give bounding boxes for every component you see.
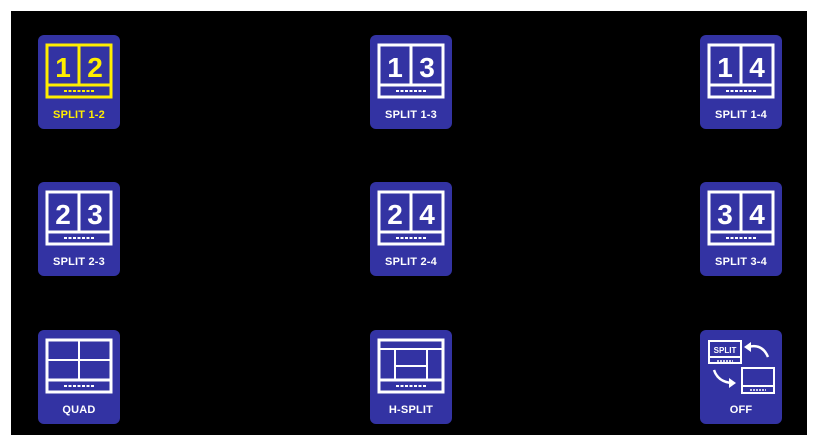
split-left-number: 1 <box>717 52 733 83</box>
mode-split-1-4-button[interactable]: 1 4 SPLIT 1-4 <box>700 35 782 129</box>
split-left-number: 1 <box>55 52 71 83</box>
mode-label: QUAD <box>62 404 96 416</box>
split-left-number: 1 <box>387 52 403 83</box>
mode-label: SPLIT 3-4 <box>715 256 767 268</box>
split-left-number: 2 <box>387 199 403 230</box>
split-right-number: 4 <box>749 199 765 230</box>
mode-split-3-4-button[interactable]: 3 4 SPLIT 3-4 <box>700 182 782 276</box>
mode-split-1-3-button[interactable]: 1 3 SPLIT 1-3 <box>370 35 452 129</box>
mode-split-2-4-button[interactable]: 2 4 SPLIT 2-4 <box>370 182 452 276</box>
mode-quad-button[interactable]: QUAD <box>38 330 120 424</box>
split-right-number: 2 <box>87 52 103 83</box>
split-left-number: 2 <box>55 199 71 230</box>
mode-label: SPLIT 1-2 <box>53 109 105 121</box>
mode-split-2-3-button[interactable]: 2 3 SPLIT 2-3 <box>38 182 120 276</box>
mode-label: SPLIT 2-3 <box>53 256 105 268</box>
mode-label: SPLIT 1-3 <box>385 109 437 121</box>
split-left-number: 3 <box>717 199 733 230</box>
split-right-number: 4 <box>749 52 765 83</box>
mode-label: OFF <box>729 404 753 416</box>
split-right-number: 3 <box>419 52 435 83</box>
mode-label: SPLIT 2-4 <box>385 256 437 268</box>
split-icon-text: SPLIT <box>714 346 737 355</box>
split-right-number: 3 <box>87 199 103 230</box>
mode-label: H-SPLIT <box>388 404 434 416</box>
mode-split-1-2-button[interactable]: 1 2 SPLIT 1-2 <box>38 35 120 129</box>
mode-label: SPLIT 1-4 <box>715 109 767 121</box>
split-right-number: 4 <box>419 199 435 230</box>
multiview-mode-panel: 1 2 SPLIT 1-2 1 3 SPLIT 1-3 1 4 SPLIT 1-… <box>11 11 807 435</box>
mode-h-split-button[interactable]: H-SPLIT <box>370 330 452 424</box>
mode-off-button[interactable]: SPLIT OFF <box>700 330 782 424</box>
